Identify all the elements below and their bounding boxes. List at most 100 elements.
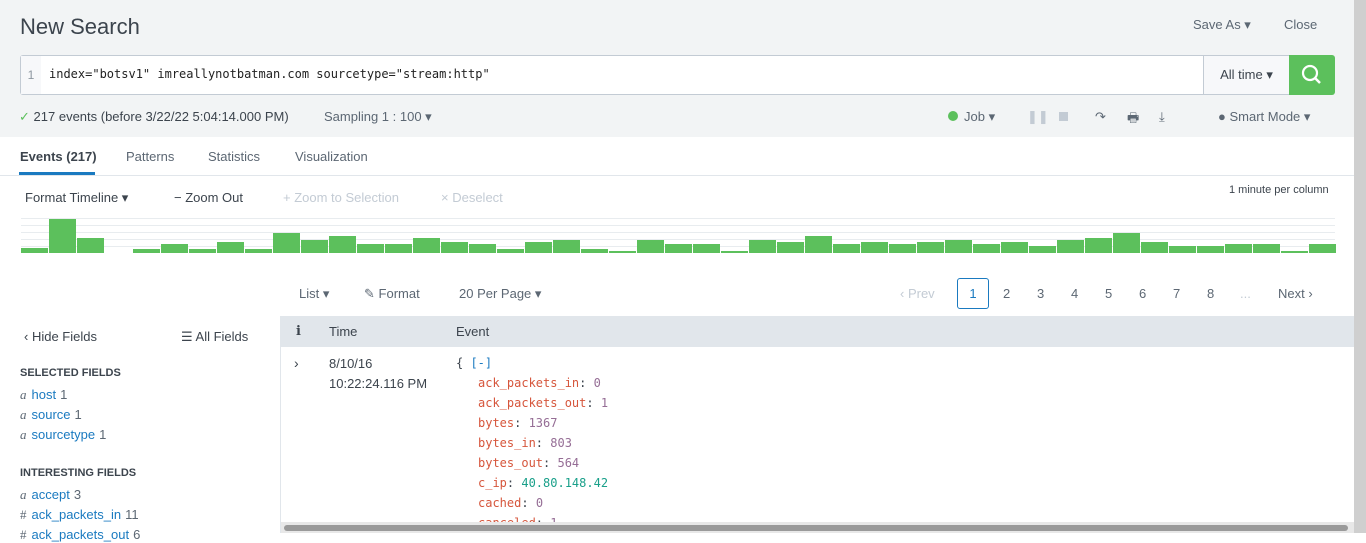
timeline-bar[interactable] [833, 244, 860, 253]
timeline-bar[interactable] [217, 242, 244, 253]
timeline-bar[interactable] [133, 249, 160, 253]
timeline-bar[interactable] [413, 238, 440, 253]
field-value[interactable]: 0 [536, 496, 543, 510]
tab-visualization[interactable]: Visualization [295, 149, 368, 164]
all-fields-button[interactable]: ☰ All Fields [181, 329, 248, 345]
timeline-bar[interactable] [1253, 244, 1280, 253]
prev-button[interactable]: ‹ Prev [900, 286, 935, 301]
list-dropdown[interactable]: List ▾ [299, 286, 329, 302]
timeline-bar[interactable] [805, 236, 832, 253]
timeline-bar[interactable] [637, 240, 664, 253]
timeline-bar[interactable] [469, 244, 496, 253]
field-host[interactable]: a host 1 [20, 387, 67, 403]
timeline-bar[interactable] [1113, 233, 1140, 253]
timeline-bar[interactable] [1169, 246, 1196, 253]
page-1[interactable]: 1 [957, 278, 989, 309]
field-value[interactable]: 1 [601, 396, 608, 410]
timeline-bar[interactable] [1085, 238, 1112, 253]
hide-fields-button[interactable]: ‹ Hide Fields [24, 329, 97, 344]
timeline-bar[interactable] [945, 240, 972, 253]
field-key[interactable]: bytes [478, 416, 514, 430]
timeline-bar[interactable] [861, 242, 888, 253]
horizontal-scrollbar[interactable] [281, 522, 1354, 533]
timeline-bar[interactable] [301, 240, 328, 253]
page-8[interactable]: 8 [1207, 286, 1214, 301]
page-4[interactable]: 4 [1071, 286, 1078, 301]
field-value[interactable]: 803 [550, 436, 572, 450]
timeline-bar[interactable] [1197, 246, 1224, 253]
field-value[interactable]: 0 [594, 376, 601, 390]
field-value[interactable]: 40.80.148.42 [521, 476, 608, 490]
timeline-bar[interactable] [525, 242, 552, 253]
timeline-bar[interactable] [1309, 244, 1336, 253]
field-key[interactable]: bytes_out [478, 456, 543, 470]
timeline-bar[interactable] [385, 244, 412, 253]
page-3[interactable]: 3 [1037, 286, 1044, 301]
timeline-bar[interactable] [21, 248, 48, 253]
timeline-bar[interactable] [777, 242, 804, 253]
field-value[interactable]: 1367 [529, 416, 558, 430]
timeline-bar[interactable] [1057, 240, 1084, 253]
stop-icon[interactable] [1059, 112, 1068, 121]
field-key[interactable]: ack_packets_out [478, 396, 586, 410]
timeline-bar[interactable] [273, 233, 300, 253]
field-key[interactable]: ack_packets_in [478, 376, 579, 390]
vertical-scrollbar[interactable] [1354, 0, 1366, 533]
deselect-button[interactable]: × Deselect [441, 190, 503, 205]
timeline-bar[interactable] [245, 249, 272, 253]
field-source[interactable]: a source 1 [20, 407, 82, 423]
field-ack-packets-out[interactable]: # ack_packets_out 6 [20, 527, 140, 543]
timeline-bar[interactable] [973, 244, 1000, 253]
timeline-bar[interactable] [889, 244, 916, 253]
share-icon[interactable]: ↷ [1095, 109, 1106, 125]
pause-icon[interactable]: ❚❚ [1027, 109, 1049, 125]
export-icon[interactable]: ⤓ [1159, 109, 1165, 125]
save-as-button[interactable]: Save As ▾ [1193, 17, 1251, 33]
zoom-out-button[interactable]: − Zoom Out [174, 190, 243, 205]
timeline-bar[interactable] [609, 251, 636, 253]
tab-events[interactable]: Events (217) [20, 149, 97, 164]
timeline-bar[interactable] [693, 244, 720, 253]
timeline-bar[interactable] [49, 219, 76, 253]
timeline-bar[interactable] [77, 238, 104, 253]
close-button[interactable]: Close [1284, 17, 1317, 32]
timeline-bar[interactable] [497, 249, 524, 253]
timeline-bar[interactable] [553, 240, 580, 253]
search-mode-dropdown[interactable]: ● Smart Mode ▾ [1218, 109, 1310, 125]
timeline-bar[interactable] [1225, 244, 1252, 253]
timeline-bar[interactable] [1001, 242, 1028, 253]
timeline-bar[interactable] [329, 236, 356, 253]
time-column-header[interactable]: Time [329, 324, 357, 339]
format-timeline-button[interactable]: Format Timeline ▾ [25, 190, 128, 206]
timeline-bar[interactable] [441, 242, 468, 253]
timeline-bar[interactable] [1029, 246, 1056, 253]
timeline-bar[interactable] [161, 244, 188, 253]
field-ack-packets-in[interactable]: # ack_packets_in 11 [20, 507, 139, 523]
per-page-dropdown[interactable]: 20 Per Page ▾ [459, 286, 541, 302]
tab-patterns[interactable]: Patterns [126, 149, 174, 164]
expand-row-icon[interactable]: › [294, 355, 299, 371]
print-icon[interactable]: 🖶 [1127, 109, 1139, 131]
field-sourcetype[interactable]: a sourcetype 1 [20, 427, 106, 443]
page-5[interactable]: 5 [1105, 286, 1112, 301]
page-7[interactable]: 7 [1173, 286, 1180, 301]
timeline-bar[interactable] [665, 244, 692, 253]
timeline-bar[interactable] [189, 249, 216, 253]
field-key[interactable]: c_ip [478, 476, 507, 490]
timeline-bar[interactable] [1281, 251, 1308, 253]
field-key[interactable]: cached [478, 496, 521, 510]
timeline-bar[interactable] [1141, 242, 1168, 253]
field-value[interactable]: 564 [557, 456, 579, 470]
timeline-bar[interactable] [917, 242, 944, 253]
page-6[interactable]: 6 [1139, 286, 1146, 301]
field-accept[interactable]: a accept 3 [20, 487, 81, 503]
zoom-to-selection-button[interactable]: + Zoom to Selection [283, 190, 399, 205]
timeline-bar[interactable] [581, 249, 608, 253]
field-key[interactable]: bytes_in [478, 436, 536, 450]
search-input[interactable]: index="botsv1" imreallynotbatman.com sou… [49, 67, 490, 81]
format-button[interactable]: ✎ Format [364, 286, 420, 302]
timeline-bar[interactable] [721, 251, 748, 253]
next-button[interactable]: Next › [1278, 286, 1313, 301]
page-2[interactable]: 2 [1003, 286, 1010, 301]
time-range-picker[interactable]: All time ▾ [1203, 56, 1289, 94]
